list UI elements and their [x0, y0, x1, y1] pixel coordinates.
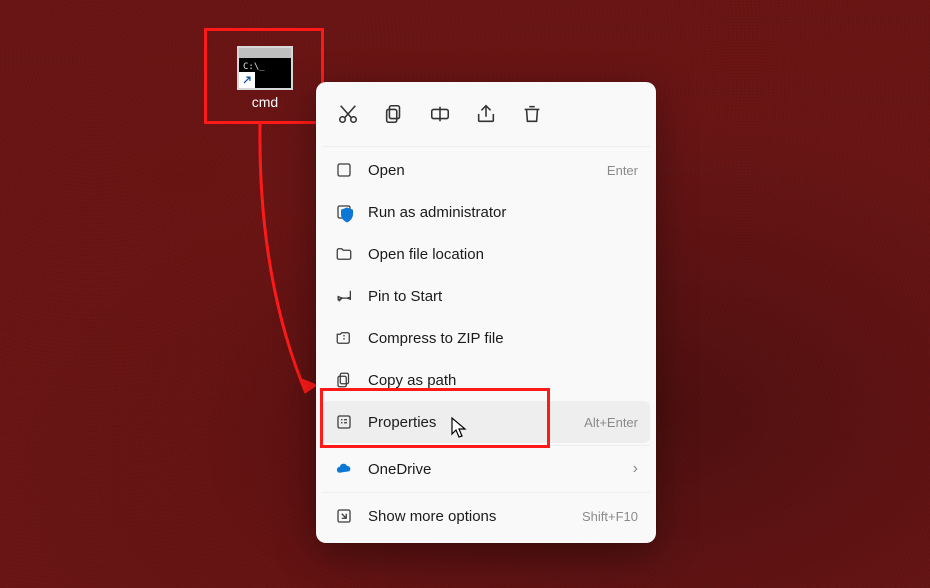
- shortcut-overlay-icon: [239, 72, 255, 88]
- folder-icon: [334, 244, 354, 264]
- divider: [322, 146, 650, 147]
- divider: [322, 445, 650, 446]
- pin-icon: [334, 286, 354, 306]
- menu-label: Open file location: [368, 246, 638, 263]
- menu-item-open-file-location[interactable]: Open file location: [322, 233, 650, 275]
- menu-label: Pin to Start: [368, 288, 638, 305]
- context-menu: Open Enter Run as administrator Open fil…: [316, 82, 656, 543]
- desktop-shortcut-cmd[interactable]: C:\_ cmd: [232, 46, 298, 110]
- more-options-icon: [334, 506, 354, 526]
- menu-label: Properties: [368, 414, 570, 431]
- properties-icon: [334, 412, 354, 432]
- delete-button[interactable]: [512, 94, 552, 134]
- menu-item-compress-zip[interactable]: Compress to ZIP file: [322, 317, 650, 359]
- menu-label: Copy as path: [368, 372, 638, 389]
- chevron-right-icon: ›: [633, 460, 638, 478]
- copy-button[interactable]: [374, 94, 414, 134]
- menu-item-copy-as-path[interactable]: Copy as path: [322, 359, 650, 401]
- zip-icon: [334, 328, 354, 348]
- menu-item-run-as-admin[interactable]: Run as administrator: [322, 191, 650, 233]
- copy-path-icon: [334, 370, 354, 390]
- cut-icon: [337, 103, 359, 125]
- menu-label: Compress to ZIP file: [368, 330, 638, 347]
- context-menu-top-actions: [322, 88, 650, 144]
- admin-icon: [334, 202, 354, 222]
- menu-item-properties[interactable]: Properties Alt+Enter: [322, 401, 650, 443]
- menu-label: Open: [368, 162, 593, 179]
- menu-shortcut: Enter: [607, 163, 638, 178]
- cut-button[interactable]: [328, 94, 368, 134]
- menu-item-show-more-options[interactable]: Show more options Shift+F10: [322, 495, 650, 537]
- menu-label: OneDrive: [368, 461, 619, 478]
- menu-label: Show more options: [368, 508, 568, 525]
- menu-shortcut: Shift+F10: [582, 509, 638, 524]
- menu-label: Run as administrator: [368, 204, 638, 221]
- menu-item-open[interactable]: Open Enter: [322, 149, 650, 191]
- desktop-icon-label: cmd: [232, 94, 298, 110]
- share-button[interactable]: [466, 94, 506, 134]
- menu-shortcut: Alt+Enter: [584, 415, 638, 430]
- annotation-arrow: [210, 118, 330, 408]
- copy-icon: [383, 103, 405, 125]
- cmd-prompt-text: C:\_: [243, 62, 265, 72]
- menu-item-onedrive[interactable]: OneDrive ›: [322, 448, 650, 490]
- share-icon: [475, 103, 497, 125]
- rename-button[interactable]: [420, 94, 460, 134]
- divider: [322, 492, 650, 493]
- cmd-icon: C:\_: [237, 46, 293, 90]
- rename-icon: [429, 103, 451, 125]
- menu-item-pin-to-start[interactable]: Pin to Start: [322, 275, 650, 317]
- open-icon: [334, 160, 354, 180]
- onedrive-icon: [334, 459, 354, 479]
- delete-icon: [521, 103, 543, 125]
